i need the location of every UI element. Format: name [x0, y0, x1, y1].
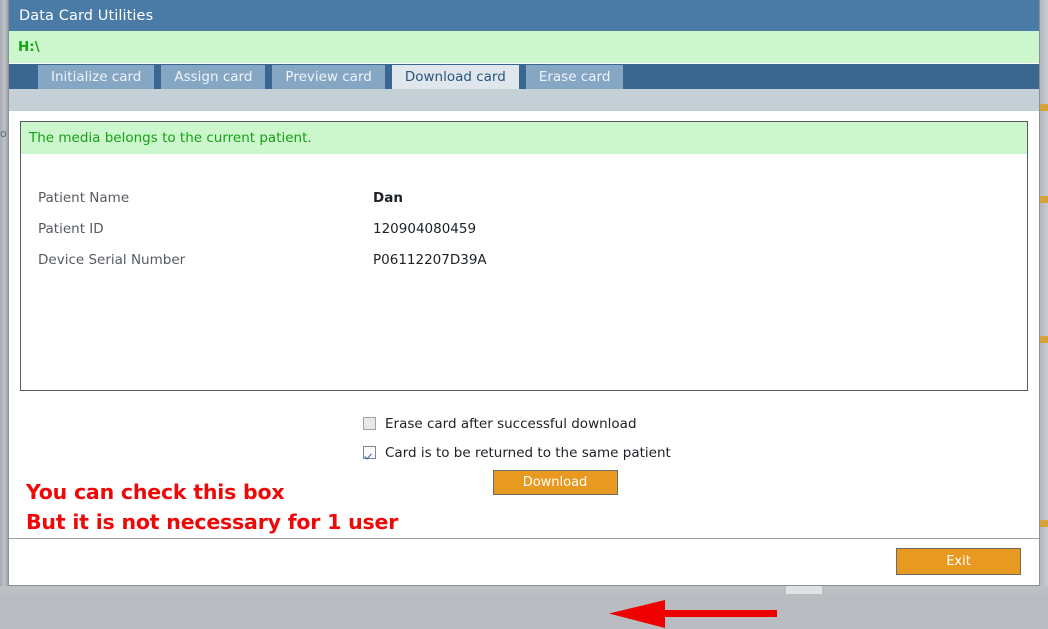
background-window-left-edge — [0, 0, 8, 594]
drive-path-bar: H:\ — [9, 31, 1039, 64]
tab-label: Assign card — [174, 69, 253, 85]
background-fleck — [1040, 336, 1048, 343]
annotation-text: You can check this box But it is not nec… — [26, 477, 398, 537]
patient-detail-list: Patient Name Dan Patient ID 120904080459… — [21, 154, 1027, 275]
background-window-bottom-edge — [0, 586, 1048, 594]
tab-content-header-strip — [9, 89, 1039, 112]
tab-label: Initialize card — [51, 69, 142, 85]
exit-button-label: Exit — [946, 554, 971, 569]
tab-erase-card[interactable]: Erase card — [525, 65, 624, 89]
option-label: Erase card after successful download — [385, 415, 637, 432]
drive-path-value: H:\ — [18, 39, 40, 55]
dialog-footer: Exit — [9, 538, 1039, 585]
background-window-text-fragments: o / e e A | H o ( ( ( o — [0, 127, 8, 140]
detail-label: Patient ID — [38, 220, 104, 237]
annotation-line-2: But it is not necessary for 1 user — [26, 510, 399, 534]
option-label: Card is to be returned to the same patie… — [385, 444, 671, 461]
detail-value: Dan — [373, 189, 403, 206]
detail-row-patient-name: Patient Name Dan — [38, 182, 1027, 213]
tab-label: Erase card — [538, 69, 611, 85]
tab-download-card[interactable]: Download card — [391, 65, 519, 89]
background-fleck — [1040, 196, 1048, 203]
option-row-card-returned-to-patient: Card is to be returned to the same patie… — [9, 438, 1039, 467]
exit-button[interactable]: Exit — [896, 548, 1021, 575]
arrow-left-icon — [609, 600, 777, 628]
background-taskbar-segment — [786, 586, 822, 594]
media-status-text: The media belongs to the current patient… — [29, 130, 312, 146]
detail-row-device-serial-number: Device Serial Number P06112207D39A — [38, 244, 1027, 275]
tab-label: Preview card — [285, 69, 372, 85]
window-title: Data Card Utilities — [19, 7, 154, 24]
detail-value: 120904080459 — [373, 220, 477, 237]
detail-value: P06112207D39A — [373, 251, 487, 268]
window-titlebar: Data Card Utilities — [9, 0, 1039, 31]
option-row-erase-after-download: Erase card after successful download — [9, 409, 1039, 438]
detail-label: Patient Name — [38, 189, 130, 206]
tab-initialize-card[interactable]: Initialize card — [38, 65, 155, 89]
patient-info-panel: The media belongs to the current patient… — [20, 121, 1028, 391]
annotation-line-1: You can check this box — [26, 480, 285, 504]
download-card-panel: The media belongs to the current patient… — [9, 112, 1039, 628]
detail-label: Device Serial Number — [38, 251, 186, 268]
detail-row-patient-id: Patient ID 120904080459 — [38, 213, 1027, 244]
media-status-banner: The media belongs to the current patient… — [21, 122, 1027, 154]
background-fleck — [1040, 104, 1048, 111]
download-options: Erase card after successful download Car… — [9, 409, 1039, 467]
tab-label: Download card — [404, 69, 506, 85]
download-button[interactable]: Download — [492, 470, 618, 495]
download-button-label: Download — [522, 475, 588, 490]
background-fleck — [1040, 520, 1048, 527]
tab-assign-card[interactable]: Assign card — [161, 65, 266, 89]
tab-preview-card[interactable]: Preview card — [272, 65, 385, 89]
tab-bar: Initialize card Assign card Preview card… — [9, 64, 1039, 89]
data-card-utilities-window: Data Card Utilities H:\ Initialize card … — [8, 0, 1040, 628]
checkbox-card-returned-to-same-patient[interactable] — [363, 446, 376, 459]
checkbox-erase-card-after-download[interactable] — [363, 417, 376, 430]
background-window-right-edge — [1040, 0, 1048, 594]
